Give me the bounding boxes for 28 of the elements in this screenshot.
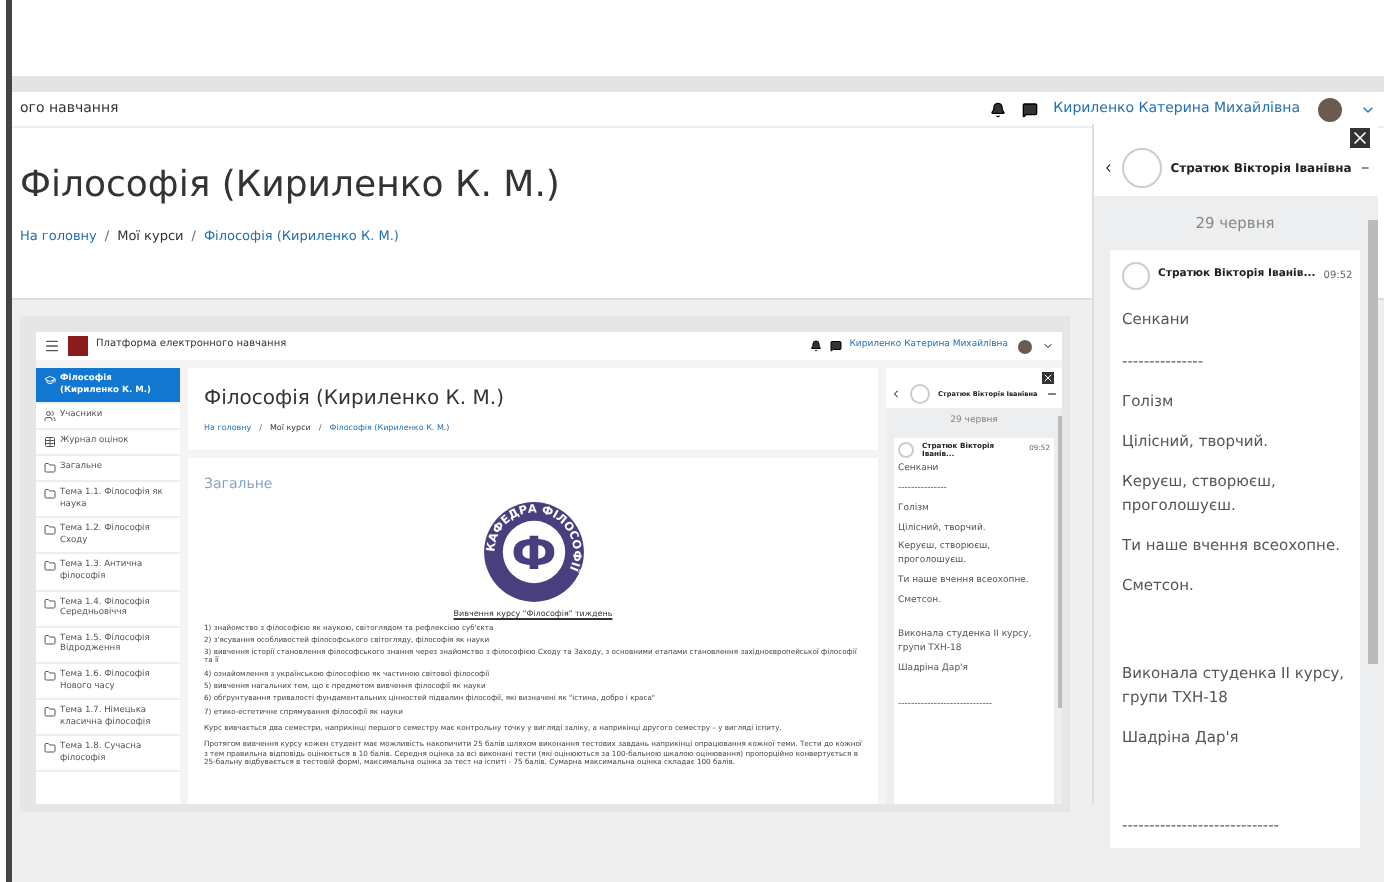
table-icon (44, 436, 56, 449)
folder-icon (44, 633, 56, 646)
sender-avatar (898, 442, 914, 459)
folder-icon (44, 488, 56, 501)
graduation-cap-icon (44, 374, 56, 386)
chat-icon[interactable] (1021, 101, 1038, 117)
bell-icon[interactable] (989, 101, 1006, 117)
folder-icon (44, 524, 56, 537)
page-title: Філософія (Кириленко К. М.) (20, 168, 560, 204)
folder-icon (44, 462, 56, 475)
folder-icon (44, 706, 56, 719)
users-icon (44, 410, 56, 423)
folder-icon (44, 742, 56, 755)
back-icon[interactable] (890, 388, 902, 400)
avatar (1016, 337, 1034, 355)
minimize-icon[interactable] (1046, 388, 1058, 400)
folder-icon (44, 560, 56, 573)
folder-icon (44, 597, 56, 610)
close-icon[interactable] (1042, 372, 1054, 384)
site-logo (68, 336, 88, 356)
close-icon[interactable] (1350, 128, 1370, 148)
caret-icon[interactable] (1042, 340, 1054, 352)
menu-icon[interactable] (44, 338, 60, 354)
chat-icon[interactable] (829, 340, 842, 352)
folder-icon (44, 669, 56, 682)
sender-avatar (1122, 262, 1150, 291)
bell-icon[interactable] (809, 340, 822, 352)
page-title: Філософія (Кириленко К. М.) (204, 386, 506, 414)
